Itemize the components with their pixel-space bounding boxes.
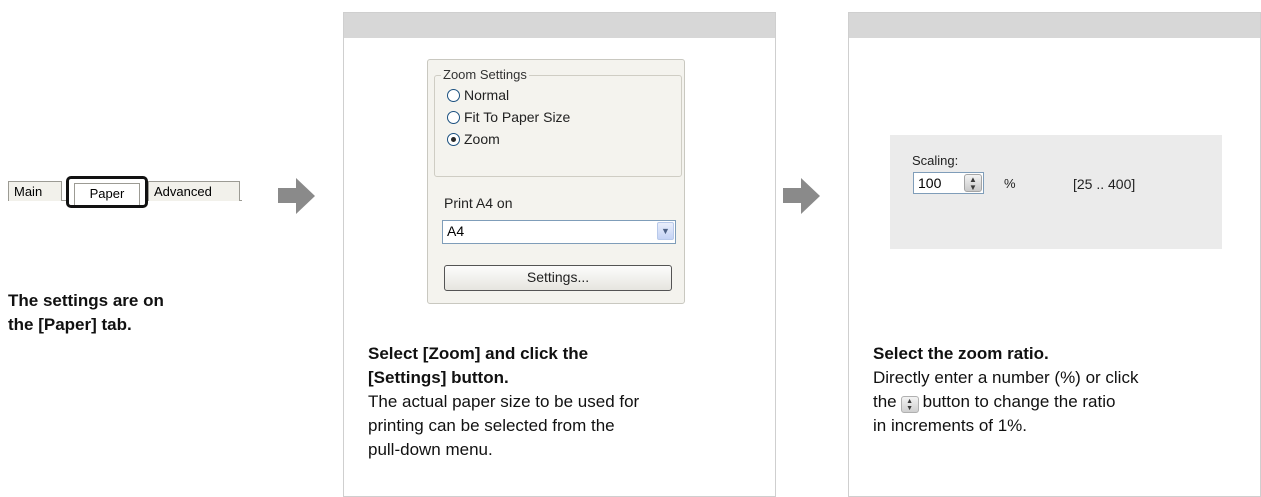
caption-text: the <box>873 392 897 411</box>
scaling-input[interactable]: 100 ▲ ▼ <box>913 172 984 194</box>
percent-unit: % <box>1004 176 1016 191</box>
radio-label: Fit To Paper Size <box>464 109 571 125</box>
step3-caption: Select the zoom ratio. Directly enter a … <box>873 342 1258 438</box>
zoom-settings-dialog: Zoom Settings Normal Fit To Paper Size Z… <box>427 59 685 304</box>
panel-header <box>344 13 775 38</box>
caption-line: the ▲ ▼ button to change the ratio <box>873 390 1258 414</box>
select-value: A4 <box>447 223 465 239</box>
tab-paper[interactable]: Paper <box>74 183 140 205</box>
tab-advanced[interactable]: Advanced <box>148 181 240 201</box>
scaling-label: Scaling: <box>912 153 959 168</box>
radio-fit-to-paper[interactable]: Fit To Paper Size <box>447 109 570 127</box>
caption-line: printing can be selected from the <box>368 416 615 435</box>
radio-icon[interactable] <box>447 89 460 102</box>
spinner-updown-icon: ▲ ▼ <box>900 396 919 413</box>
chevron-down-icon[interactable]: ▼ <box>657 222 674 240</box>
step1-caption: The settings are on the [Paper] tab. <box>8 289 308 337</box>
radio-label: Normal <box>464 87 510 103</box>
panel-header <box>849 13 1260 38</box>
scaling-range: [25 .. 400] <box>1073 176 1136 192</box>
tab-strip: Main Advanced Paper <box>8 168 242 216</box>
scaling-box: Scaling: 100 ▲ ▼ % [25 .. 400] <box>890 135 1222 249</box>
spinner-updown-icon[interactable]: ▲ ▼ <box>964 174 982 192</box>
print-on-label: Print A4 on <box>444 195 513 211</box>
caption-line: The actual paper size to be used for <box>368 392 640 411</box>
caption-line: in increments of 1%. <box>873 416 1028 435</box>
caption-text: button to change the ratio <box>922 392 1116 411</box>
radio-label: Zoom <box>464 131 500 147</box>
caption-line: [Settings] button. <box>368 368 509 387</box>
zoom-settings-group: Zoom Settings Normal Fit To Paper Size Z… <box>434 67 682 177</box>
paper-size-select[interactable]: A4 ▼ <box>442 220 676 244</box>
caption-line: the [Paper] tab. <box>8 315 132 334</box>
settings-button[interactable]: Settings... <box>444 265 672 291</box>
caption-line: Select the zoom ratio. <box>873 344 1049 363</box>
step2-caption: Select [Zoom] and click the [Settings] b… <box>368 342 768 462</box>
radio-icon[interactable] <box>447 111 460 124</box>
radio-zoom[interactable]: Zoom <box>447 131 500 149</box>
caption-line: Select [Zoom] and click the <box>368 344 589 363</box>
tab-paper-highlight[interactable]: Paper <box>66 176 148 208</box>
caption-line: pull-down menu. <box>368 440 493 459</box>
caption-line: Directly enter a number (%) or click <box>873 368 1139 387</box>
scaling-value: 100 <box>918 175 942 191</box>
caption-line: The settings are on <box>8 291 164 310</box>
radio-normal[interactable]: Normal <box>447 87 509 105</box>
group-title: Zoom Settings <box>441 67 529 83</box>
tab-main[interactable]: Main <box>8 181 62 201</box>
radio-selected-icon[interactable] <box>447 133 460 146</box>
